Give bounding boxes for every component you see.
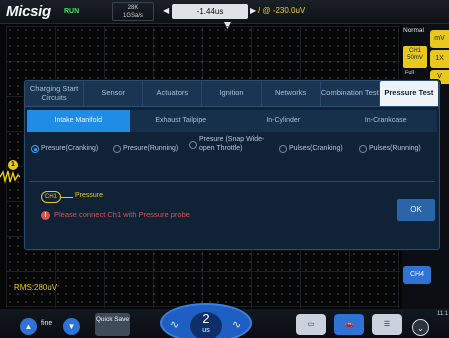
quick-save-button[interactable]: Quick Save xyxy=(95,313,130,336)
option-pulses-running[interactable]: Pulses(Running) xyxy=(359,145,421,154)
trigger-mode[interactable]: Normal xyxy=(403,27,424,34)
ch1-waveform-trace xyxy=(0,170,20,184)
option-label: Pulses(Cranking) xyxy=(289,145,343,152)
option-label: Presure(Cranking) xyxy=(41,145,99,152)
timebase-left-arrow-icon[interactable]: ◀ xyxy=(163,6,169,15)
option-presure-running[interactable]: Presure(Running) xyxy=(113,145,178,154)
scale-down-icon[interactable]: ▼ xyxy=(63,318,80,335)
radio-selected-icon xyxy=(31,145,39,154)
timebase-display[interactable]: -1.44us xyxy=(172,4,248,19)
option-presure-snap-throttle[interactable]: Presure (Snap Wide-open Throttle) xyxy=(189,136,271,153)
menu-list-icon[interactable]: ☰ xyxy=(372,314,402,335)
run-state[interactable]: RUN xyxy=(64,8,79,15)
probe-line xyxy=(61,197,73,198)
timebase-value[interactable]: 2 us xyxy=(190,312,222,338)
tab-networks[interactable]: Networks xyxy=(262,81,321,106)
ch1-scale: 50mV xyxy=(407,55,423,61)
wave-left-icon[interactable]: ∿ xyxy=(170,318,179,331)
subtab-in-crankcase[interactable]: In-Crankcase xyxy=(335,110,438,132)
ch1-probe-badge: CH1 xyxy=(41,191,61,203)
radio-icon xyxy=(189,140,197,149)
pressure-subtabs: Intake Manifold Exhaust Tailpipe In-Cyli… xyxy=(27,110,437,132)
probe-settings-icon[interactable]: ▭ xyxy=(296,314,326,335)
radio-icon xyxy=(113,145,121,154)
tab-actuators[interactable]: Actuators xyxy=(143,81,203,106)
automotive-test-dialog: Charging Start Circuits Sensor Actuators… xyxy=(24,80,440,250)
probe-type-label: Pressure xyxy=(75,192,104,199)
option-presure-cranking[interactable]: Presure(Cranking) xyxy=(31,145,98,154)
warning-icon: ! xyxy=(41,211,50,220)
ch1-bandwidth: Full xyxy=(405,70,414,76)
acquisition-info[interactable]: 28K 1GSa/s xyxy=(112,2,154,21)
radio-icon xyxy=(279,145,287,154)
tab-ignition[interactable]: Ignition xyxy=(202,81,262,106)
trigger-info[interactable]: / @ -230.0uV xyxy=(258,6,305,15)
tab-combination-test[interactable]: Combination Test xyxy=(321,81,380,106)
tab-charging-start-circuits[interactable]: Charging Start Circuits xyxy=(25,81,85,106)
tab-sensor[interactable]: Sensor xyxy=(84,81,144,106)
option-label: Presure (Snap Wide-open Throttle) xyxy=(199,136,265,152)
subtab-intake-manifold[interactable]: Intake Manifold xyxy=(27,110,130,132)
timebase-knob-unit: us xyxy=(202,327,210,334)
probe-1x-tab[interactable]: 1X xyxy=(430,50,449,68)
warning-text: Please connect Ch1 with Pressure probe xyxy=(54,210,190,219)
oscilloscope-screen: Micsig RUN 28K 1GSa/s ◀ -1.44us ▶ / @ -2… xyxy=(0,0,449,338)
subtab-in-cylinder[interactable]: In-Cylinder xyxy=(232,110,335,132)
memory-depth: 28K xyxy=(127,5,139,11)
brand-logo: Micsig xyxy=(6,3,51,20)
auto-mode-car-icon[interactable]: 🚗 xyxy=(334,314,364,335)
status-bar: Micsig RUN 28K 1GSa/s ◀ -1.44us ▶ / @ -2… xyxy=(0,0,449,24)
expand-chevron-icon[interactable]: ⌄ xyxy=(412,319,429,336)
ch4-channel-button[interactable]: CH4 xyxy=(403,266,431,284)
subtab-exhaust-tailpipe[interactable]: Exhaust Tailpipe xyxy=(130,110,233,132)
option-label: Pulses(Running) xyxy=(369,145,421,152)
fine-toggle[interactable]: fine xyxy=(41,320,52,327)
timebase-knob-value: 2 xyxy=(202,311,210,326)
tab-pressure-test[interactable]: Pressure Test xyxy=(379,81,439,106)
scale-up-icon[interactable]: ▲ xyxy=(20,318,37,335)
rms-measurement: RMS:280uV xyxy=(14,283,58,292)
category-tabs: Charging Start Circuits Sensor Actuators… xyxy=(25,81,439,107)
option-pulses-cranking[interactable]: Pulses(Cranking) xyxy=(279,145,343,154)
ch1-label: CH1 xyxy=(408,48,421,54)
option-label: Presure(Running) xyxy=(123,145,179,152)
wave-right-icon[interactable]: ∿ xyxy=(232,318,241,331)
unit-mv-tab[interactable]: mV xyxy=(430,30,449,48)
clock: 11:1 xyxy=(437,311,449,317)
ch1-channel-button[interactable]: CH1 50mV xyxy=(403,46,427,68)
test-options: Presure(Cranking) Presure(Running) Presu… xyxy=(31,136,435,170)
timebase-right-arrow-icon[interactable]: ▶ xyxy=(250,6,256,15)
sample-rate: 1GSa/s xyxy=(122,13,143,19)
dialog-divider xyxy=(29,181,435,182)
radio-icon xyxy=(359,145,367,154)
connection-warning: ! Please connect Ch1 with Pressure probe xyxy=(41,210,190,220)
ok-button[interactable]: OK xyxy=(397,199,435,221)
